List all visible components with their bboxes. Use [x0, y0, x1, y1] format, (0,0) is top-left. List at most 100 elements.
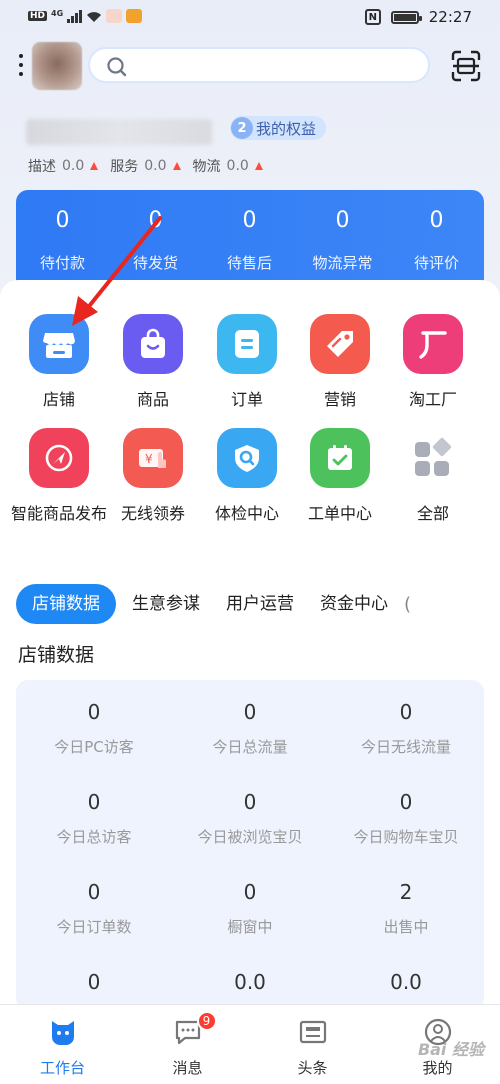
section-title: 店铺数据	[18, 644, 95, 666]
tool-label: 淘工厂	[408, 390, 457, 409]
stat-label: 今日购物车宝贝	[353, 828, 459, 846]
stat-label: 今日PC访客	[54, 738, 134, 756]
nav-workbench[interactable]: 工作台	[0, 1005, 125, 1078]
stat-row4-1[interactable]: 0	[16, 970, 172, 994]
search-input[interactable]	[88, 47, 430, 83]
stat-pc-visitors[interactable]: 0 今日PC访客	[16, 700, 172, 757]
order-count: 0	[429, 208, 444, 233]
rating-value: 0.0	[62, 158, 85, 174]
tool-wireless-coupon[interactable]: ¥ 无线领券	[103, 428, 203, 524]
tab-more[interactable]: (	[404, 594, 411, 615]
rating-label: 物流	[192, 159, 221, 175]
stat-value: 0	[243, 880, 257, 904]
hd-badge: HD	[28, 11, 48, 21]
status-bar: HD 4G N 22:27	[0, 0, 500, 36]
order-label: 待售后	[226, 254, 272, 272]
tool-orders[interactable]: 订单	[197, 314, 297, 410]
stat-value: 0	[399, 790, 413, 814]
shop-name	[26, 119, 212, 145]
watermark: Bai 经验	[417, 1040, 484, 1059]
stat-value: 0	[87, 790, 101, 814]
stat-label: 橱窗中	[227, 918, 273, 936]
stat-row4-2[interactable]: 0.0	[172, 970, 328, 994]
svg-text:¥: ¥	[145, 452, 153, 466]
factory-icon	[403, 314, 463, 374]
stat-label: 今日订单数	[56, 918, 132, 936]
stat-orders-today[interactable]: 0 今日订单数	[16, 880, 172, 937]
news-icon	[298, 1017, 328, 1047]
stat-total-visitors[interactable]: 0 今日总访客	[16, 790, 172, 847]
tool-label: 店铺	[42, 390, 75, 409]
battery-icon	[390, 10, 422, 24]
rating-label: 描述	[28, 159, 56, 175]
order-pending-payment[interactable]: 0 待付款	[16, 190, 109, 273]
tool-label: 全部	[416, 504, 449, 523]
stat-label: 出售中	[383, 918, 429, 936]
tool-all[interactable]: 全部	[383, 428, 483, 524]
network-type: 4G	[51, 8, 64, 18]
up-triangle-icon	[90, 162, 99, 170]
up-triangle-icon	[172, 162, 181, 170]
my-rights-badge[interactable]: 2 我的权益	[230, 116, 327, 140]
more-menu-icon[interactable]	[18, 54, 24, 76]
tool-store[interactable]: 店铺	[9, 314, 109, 410]
tab-user-operations[interactable]: 用户运营	[216, 584, 304, 624]
clock: 22:27	[428, 8, 472, 26]
stat-cart-items[interactable]: 0 今日购物车宝贝	[328, 790, 484, 847]
order-pending-review[interactable]: 0 待评价	[390, 190, 483, 273]
scan-icon[interactable]	[449, 49, 483, 83]
stat-in-showcase[interactable]: 0 橱窗中	[172, 880, 328, 937]
message-icon: 9	[173, 1011, 217, 1047]
signal-icon	[67, 9, 83, 23]
data-tabs: 店铺数据 生意参谋 用户运营 资金中心 (	[16, 584, 500, 624]
nav-label: 头条	[297, 1059, 328, 1077]
stat-value: 0	[87, 700, 101, 724]
tool-label: 工单中心	[307, 504, 372, 523]
tool-checkup-center[interactable]: 体检中心	[197, 428, 297, 524]
rating-value: 0.0	[226, 158, 249, 174]
workbench-icon	[48, 1017, 78, 1047]
stat-total-traffic[interactable]: 0 今日总流量	[172, 700, 328, 757]
price-tag-icon	[310, 314, 370, 374]
tool-label: 订单	[230, 390, 263, 409]
order-count: 0	[335, 208, 350, 233]
stat-row4-3[interactable]: 0.0	[328, 970, 484, 994]
order-pending-shipment[interactable]: 0 待发货	[109, 190, 202, 273]
publish-icon	[29, 428, 89, 488]
rating-label: 服务	[110, 159, 139, 175]
tool-marketing[interactable]: 营销	[290, 314, 390, 410]
stat-value: 0	[87, 970, 101, 994]
tab-fund-center[interactable]: 资金中心	[316, 584, 392, 624]
shopping-bag-icon	[123, 314, 183, 374]
order-list-icon	[217, 314, 277, 374]
tool-tao-factory[interactable]: 淘工厂	[383, 314, 483, 410]
stat-value: 2	[399, 880, 413, 904]
order-label: 物流异常	[312, 254, 373, 272]
nav-headlines[interactable]: 头条	[250, 1005, 375, 1078]
nav-messages[interactable]: 9 消息	[125, 1005, 250, 1078]
tab-business-advisor[interactable]: 生意参谋	[128, 584, 204, 624]
up-triangle-icon	[254, 162, 263, 170]
order-count: 0	[242, 208, 257, 233]
order-label: 待发货	[132, 254, 178, 272]
weibo-icon	[106, 9, 123, 23]
order-logistics-exception[interactable]: 0 物流异常	[296, 190, 389, 273]
nav-label: 我的	[422, 1059, 453, 1077]
tool-products[interactable]: 商品	[103, 314, 203, 410]
stat-viewed-items[interactable]: 0 今日被浏览宝贝	[172, 790, 328, 847]
stat-label: 今日总访客	[56, 828, 132, 846]
order-after-sale[interactable]: 0 待售后	[203, 190, 296, 273]
nav-label: 工作台	[39, 1059, 85, 1077]
stat-value: 0	[243, 790, 257, 814]
order-label: 待评价	[413, 254, 459, 272]
tool-label: 体检中心	[214, 504, 279, 523]
all-apps-icon	[403, 428, 463, 488]
tool-ticket-center[interactable]: 工单中心	[290, 428, 390, 524]
stat-label: 今日被浏览宝贝	[197, 828, 303, 846]
order-label: 待付款	[39, 254, 85, 272]
avatar[interactable]	[32, 42, 82, 90]
stat-on-sale[interactable]: 2 出售中	[328, 880, 484, 937]
search-icon	[107, 57, 127, 77]
stat-wireless-traffic[interactable]: 0 今日无线流量	[328, 700, 484, 757]
tab-store-data[interactable]: 店铺数据	[16, 584, 116, 624]
